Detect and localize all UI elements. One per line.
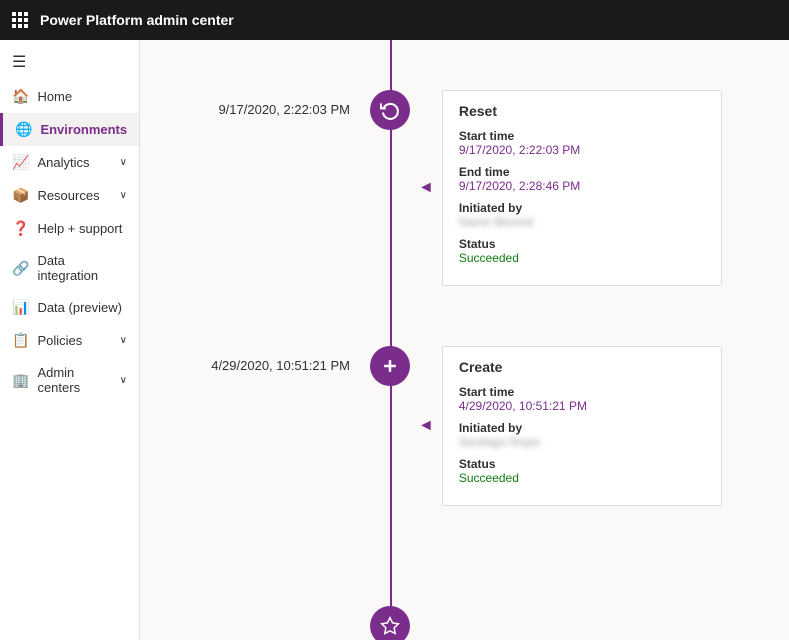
sidebar-item-policies[interactable]: 📋 Policies ∨ <box>0 324 139 357</box>
timeline-event-origin <box>140 606 789 640</box>
event-icon-create <box>370 346 410 386</box>
event-card-title-create: Create <box>459 359 705 375</box>
event-arrow-create: ◄ <box>410 407 442 445</box>
event-arrow-reset: ◄ <box>410 169 442 207</box>
sidebar-item-data-integration[interactable]: 🔗 Data integration <box>0 245 139 291</box>
create-plus-icon <box>370 346 410 386</box>
event-card-title-reset: Reset <box>459 103 705 119</box>
sidebar-label-admin-centers: Admin centers <box>37 365 111 395</box>
event-icon-origin <box>370 606 410 640</box>
sidebar: ☰ 🏠 Home 🌐 Environments 📈 Analytics ∨ 📦 … <box>0 40 140 640</box>
event-date-create: 4/29/2020, 10:51:21 PM <box>140 346 370 373</box>
analytics-icon: 📈 <box>12 154 29 171</box>
timeline-event-reset: 9/17/2020, 2:22:03 PM ◄ Reset Start time… <box>140 90 789 286</box>
sidebar-item-data-preview[interactable]: 📊 Data (preview) <box>0 291 139 324</box>
event-card-reset: Reset Start time 9/17/2020, 2:22:03 PM E… <box>442 90 722 286</box>
sidebar-item-analytics[interactable]: 📈 Analytics ∨ <box>0 146 139 179</box>
field-end-time-reset: End time 9/17/2020, 2:28:46 PM <box>459 165 705 193</box>
home-icon: 🏠 <box>12 88 29 105</box>
sidebar-label-data-integration: Data integration <box>37 253 127 283</box>
sidebar-item-home[interactable]: 🏠 Home <box>0 80 139 113</box>
field-start-time-reset: Start time 9/17/2020, 2:22:03 PM <box>459 129 705 157</box>
policies-chevron-icon: ∨ <box>120 335 127 346</box>
content-area: 9/17/2020, 2:22:03 PM ◄ Reset Start time… <box>140 40 789 640</box>
field-status-reset: Status Succeeded <box>459 237 705 265</box>
analytics-chevron-icon: ∨ <box>120 157 127 168</box>
sidebar-item-admin-centers[interactable]: 🏢 Admin centers ∨ <box>0 357 139 403</box>
field-status-create: Status Succeeded <box>459 457 705 485</box>
sidebar-label-policies: Policies <box>37 333 82 348</box>
admin-centers-chevron-icon: ∨ <box>120 375 127 386</box>
sidebar-item-resources[interactable]: 📦 Resources ∨ <box>0 179 139 212</box>
sidebar-label-home: Home <box>37 89 72 104</box>
event-card-create: Create Start time 4/29/2020, 10:51:21 PM… <box>442 346 722 506</box>
sidebar-label-data-preview: Data (preview) <box>37 300 122 315</box>
grid-icon <box>12 12 28 28</box>
origin-star-icon <box>370 606 410 640</box>
event-date-origin <box>140 606 370 618</box>
policies-icon: 📋 <box>12 332 29 349</box>
sidebar-item-environments[interactable]: 🌐 Environments <box>0 113 139 146</box>
sidebar-item-help-support[interactable]: ❓ Help + support <box>0 212 139 245</box>
sidebar-label-help: Help + support <box>37 221 122 236</box>
environments-icon: 🌐 <box>15 121 32 138</box>
data-preview-icon: 📊 <box>12 299 29 316</box>
app-title: Power Platform admin center <box>40 12 234 28</box>
timeline-event-create: 4/29/2020, 10:51:21 PM ◄ Create Start ti… <box>140 346 789 506</box>
field-initiated-by-reset: Initiated by Name Blurred <box>459 201 705 229</box>
sidebar-label-environments: Environments <box>40 122 127 137</box>
timeline: 9/17/2020, 2:22:03 PM ◄ Reset Start time… <box>140 40 789 640</box>
resources-icon: 📦 <box>12 187 29 204</box>
event-date-reset: 9/17/2020, 2:22:03 PM <box>140 90 370 117</box>
reset-icon <box>370 90 410 130</box>
admin-centers-icon: 🏢 <box>12 372 29 389</box>
field-initiated-by-create: Initiated by Santiago Rojas <box>459 421 705 449</box>
hamburger-menu[interactable]: ☰ <box>0 44 139 80</box>
topbar: Power Platform admin center <box>0 0 789 40</box>
sidebar-label-analytics: Analytics <box>37 155 89 170</box>
sidebar-label-resources: Resources <box>37 188 99 203</box>
data-integration-icon: 🔗 <box>12 260 29 277</box>
help-icon: ❓ <box>12 220 29 237</box>
main-layout: ☰ 🏠 Home 🌐 Environments 📈 Analytics ∨ 📦 … <box>0 40 789 640</box>
event-icon-reset <box>370 90 410 130</box>
resources-chevron-icon: ∨ <box>120 190 127 201</box>
field-start-time-create: Start time 4/29/2020, 10:51:21 PM <box>459 385 705 413</box>
